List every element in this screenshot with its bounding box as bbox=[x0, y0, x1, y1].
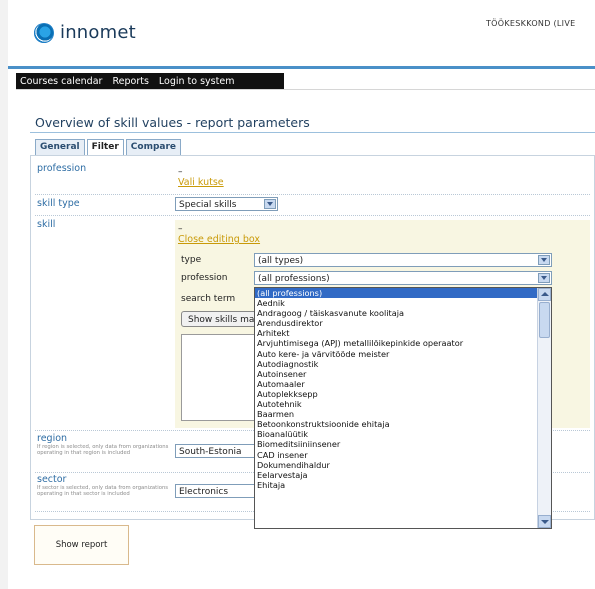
skill-value: – bbox=[178, 224, 183, 234]
list-item[interactable]: Andragoog / täiskasvanute koolitaja bbox=[255, 308, 551, 318]
nav-divider bbox=[16, 89, 595, 90]
list-item[interactable]: Biomeditsiiniinsener bbox=[255, 439, 551, 449]
type-label: type bbox=[181, 255, 202, 265]
skill-profession-selected: (all professions) bbox=[258, 274, 330, 284]
nav-login[interactable]: Login to system bbox=[159, 76, 235, 87]
logo-icon bbox=[34, 22, 54, 43]
page: innomet TÖÖKESKKOND (LIVE Courses calend… bbox=[8, 0, 595, 589]
profession-label: profession bbox=[37, 163, 87, 174]
skill-profession-select[interactable]: (all professions) bbox=[254, 271, 552, 285]
skill-profession-label: profession bbox=[181, 273, 228, 283]
sector-note: If sector is selected, only data from or… bbox=[37, 485, 169, 497]
region-label: region bbox=[37, 433, 68, 444]
chevron-down-icon[interactable] bbox=[538, 255, 550, 265]
tab-filter[interactable]: Filter bbox=[86, 139, 124, 156]
close-editing-box-link[interactable]: Close editing box bbox=[178, 234, 260, 245]
skill-label: skill bbox=[37, 219, 56, 230]
profession-value: – bbox=[178, 167, 183, 177]
region-selected: South-Estonia bbox=[179, 447, 242, 457]
show-report-button[interactable]: Show report bbox=[34, 525, 129, 565]
nav-courses-calendar[interactable]: Courses calendar bbox=[20, 76, 102, 87]
list-item[interactable]: Arhitekt bbox=[255, 328, 551, 338]
list-item[interactable]: Autodiagnostik bbox=[255, 359, 551, 369]
row-divider bbox=[35, 215, 590, 216]
list-item[interactable]: Bioanalüütik bbox=[255, 429, 551, 439]
skills-list-box[interactable] bbox=[181, 334, 259, 421]
nav-reports[interactable]: Reports bbox=[112, 76, 148, 87]
chevron-down-icon[interactable] bbox=[538, 273, 550, 283]
title-underline bbox=[30, 132, 595, 133]
skill-type-select[interactable]: Special skills bbox=[175, 197, 278, 211]
sector-selected: Electronics bbox=[179, 487, 229, 497]
list-item[interactable]: Eelarvestaja bbox=[255, 470, 551, 480]
header-divider bbox=[8, 66, 595, 69]
innomet-logo[interactable]: innomet bbox=[34, 22, 136, 43]
list-item[interactable]: Aednik bbox=[255, 298, 551, 308]
scroll-up-icon[interactable] bbox=[538, 288, 551, 301]
logo-text: innomet bbox=[60, 22, 136, 43]
row-divider bbox=[35, 194, 590, 195]
list-item[interactable]: Autotehnik bbox=[255, 399, 551, 409]
main-nav: Courses calendar Reports Login to system bbox=[16, 73, 284, 89]
list-item[interactable]: Dokumendihaldur bbox=[255, 460, 551, 470]
tab-compare[interactable]: Compare bbox=[125, 139, 182, 156]
list-item[interactable]: Baarmen bbox=[255, 409, 551, 419]
skill-type-label: skill type bbox=[37, 198, 80, 209]
sector-label: sector bbox=[37, 474, 67, 485]
sector-select[interactable]: Electronics bbox=[175, 484, 255, 498]
tab-general[interactable]: General bbox=[35, 139, 85, 156]
region-note: If region is selected, only data from or… bbox=[37, 444, 169, 456]
list-item[interactable]: Arendusdirektor bbox=[255, 318, 551, 328]
region-select[interactable]: South-Estonia bbox=[175, 444, 255, 458]
scroll-down-icon[interactable] bbox=[538, 515, 551, 528]
list-item[interactable]: Ehitaja bbox=[255, 480, 551, 490]
choose-profession-link[interactable]: Vali kutse bbox=[178, 177, 224, 188]
list-item[interactable]: Arvjuhtimisega (APJ) metallilõikepinkide… bbox=[255, 338, 551, 348]
list-item[interactable]: Auto kere- ja värvitööde meister bbox=[255, 349, 551, 359]
chevron-down-icon[interactable] bbox=[264, 199, 276, 209]
list-item[interactable]: CAD insener bbox=[255, 450, 551, 460]
show-skills-button[interactable]: Show skills matching bbox=[181, 311, 261, 327]
type-select[interactable]: (all types) bbox=[254, 253, 552, 267]
list-item[interactable]: Autoplekksepp bbox=[255, 389, 551, 399]
list-item[interactable]: Automaaler bbox=[255, 379, 551, 389]
search-term-label: search term bbox=[181, 294, 236, 304]
scrollbar-thumb[interactable] bbox=[539, 302, 550, 338]
type-selected: (all types) bbox=[258, 256, 304, 266]
skill-type-selected: Special skills bbox=[179, 200, 237, 210]
list-item[interactable]: (all professions) bbox=[255, 288, 551, 299]
dropdown-scrollbar[interactable] bbox=[537, 288, 551, 528]
organization-title: TÖÖKESKKOND (LIVE bbox=[486, 19, 576, 28]
page-title: Overview of skill values - report parame… bbox=[35, 115, 310, 130]
list-item[interactable]: Betoonkonstruktsioonide ehitaja bbox=[255, 419, 551, 429]
report-tabs: General Filter Compare bbox=[35, 139, 182, 156]
profession-dropdown-list[interactable]: (all professions) Aednik Andragoog / täi… bbox=[254, 287, 552, 529]
list-item[interactable]: Autoinsener bbox=[255, 369, 551, 379]
